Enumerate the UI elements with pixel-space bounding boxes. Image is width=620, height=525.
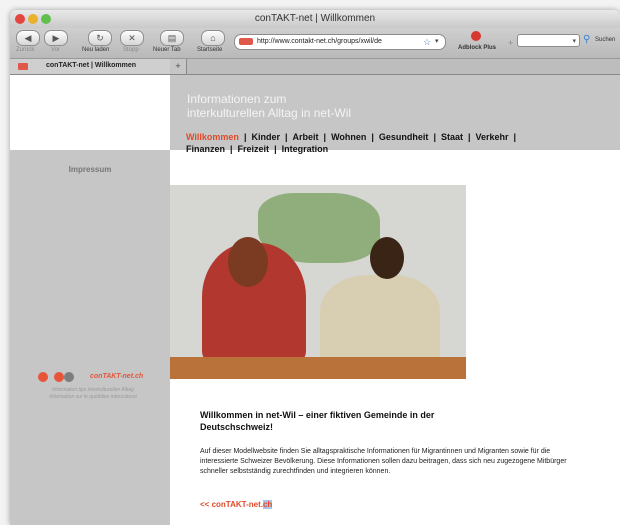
search-label: Suchen (595, 37, 616, 43)
stop-button[interactable]: ✕ (120, 30, 144, 46)
reload-icon: ↻ (96, 33, 104, 43)
tab-active[interactable]: conTAKT-net | Willkommen (10, 59, 171, 74)
toolbar: ◀ Zurück ▶ Vor ↻ Neu laden ✕ Stopp ▤ Neu… (10, 28, 620, 59)
contakt-home-link[interactable]: << conTAKT-net.ch (200, 500, 273, 509)
hero-photo (170, 185, 466, 379)
welcome-paragraph: Auf dieser Modellwebsite finden Sie allt… (200, 448, 567, 475)
logo-text: conTAKT-net.ch (90, 373, 144, 380)
back-button[interactable]: ◀ (16, 30, 40, 46)
nav-item-finanzen[interactable]: Finanzen (186, 144, 225, 154)
close-icon: ✕ (128, 33, 136, 43)
address-bar[interactable]: http://www.contakt-net.ch/groups/xwil/de… (234, 34, 446, 50)
nav-separator: | (284, 132, 288, 142)
new-tab-button[interactable]: ▤ (160, 30, 184, 46)
back-link-text: << conTAKT-net. (200, 500, 263, 509)
back-link-highlight: ch (262, 500, 273, 509)
man-picture (320, 275, 440, 365)
site-favicon-icon (18, 63, 28, 70)
nav-separator: | (323, 132, 327, 142)
forward-button[interactable]: ▶ (44, 30, 68, 46)
chevron-down-icon: ▾ (572, 38, 576, 45)
arrow-left-icon: ◀ (24, 33, 32, 43)
nav-separator: | (230, 144, 233, 154)
page-title-line2: interkulturellen Alltag in net-Wil (187, 106, 352, 120)
browser-window: conTAKT-net | Willkommen ◀ Zurück ▶ Vor … (10, 10, 620, 525)
window-title: conTAKT-net | Willkommen (254, 13, 376, 24)
logo-dot-icon (38, 372, 48, 382)
nav-separator: | (371, 132, 374, 142)
woman-head-picture (228, 237, 268, 287)
adblock-icon[interactable] (471, 31, 481, 41)
logo-tagline: Information tips interkulturellen Alltag… (28, 387, 158, 401)
tagline-line2: Information sur le quotidien intercultur… (49, 394, 137, 400)
home-button[interactable]: ⌂ (201, 30, 225, 46)
new-tab-icon: ▤ (167, 33, 177, 43)
title-bar: conTAKT-net | Willkommen (10, 10, 620, 28)
logo-dot-icon (64, 372, 74, 382)
search-engine-icon[interactable]: ⚲ (583, 34, 590, 45)
chevron-down-icon[interactable]: ▾ (435, 35, 439, 49)
nav-item-staat[interactable]: Staat (441, 132, 463, 142)
nav-item-arbeit[interactable]: Arbeit (293, 132, 319, 142)
nav-item-verkehr[interactable]: Verkehr (476, 132, 509, 142)
reload-button[interactable]: ↻ (88, 30, 112, 46)
nav-item-kinder[interactable]: Kinder (251, 132, 280, 142)
logo-dot-icon (54, 372, 64, 382)
main-nav: Willkommen | Kinder | Arbeit | Wohnen | Gesundhe… (186, 131, 606, 155)
site-favicon-icon (239, 38, 253, 45)
nav-item-freizeit[interactable]: Freizeit (238, 144, 270, 154)
tagline-line1: Information tips interkulturellen Alltag (52, 387, 134, 393)
back-label: Zurück (16, 47, 35, 53)
adblock-label: Adblock Plus (458, 45, 497, 51)
nav-separator: | (243, 132, 247, 142)
contakt-logo[interactable]: conTAKT-net.ch (38, 370, 168, 384)
tab-bar: conTAKT-net | Willkommen + (10, 59, 620, 75)
bookmark-star-icon[interactable]: ☆ (423, 35, 431, 49)
search-input[interactable]: ▾ (517, 34, 580, 47)
plus-icon[interactable]: + (508, 38, 513, 48)
nav-item-gesundheit[interactable]: Gesundheit (379, 132, 429, 142)
man-head-picture (370, 237, 404, 279)
table-picture (170, 357, 466, 379)
add-tab-button[interactable]: + (170, 59, 187, 74)
home-label: Startseite (197, 47, 223, 53)
nav-separator: | (433, 132, 436, 142)
home-icon: ⌂ (210, 33, 216, 43)
nav-item-wohnen[interactable]: Wohnen (331, 132, 366, 142)
impressum-link[interactable]: Impressum (10, 165, 170, 174)
nav-separator: | (513, 132, 517, 142)
nav-separator: | (274, 144, 277, 154)
welcome-heading: Willkommen in net-Wil – einer fiktiven G… (200, 410, 435, 432)
left-header-area (10, 75, 170, 150)
url-text: http://www.contakt-net.ch/groups/xwil/de (257, 38, 382, 45)
arrow-right-icon: ▶ (52, 33, 60, 43)
new-tab-label: Neuer Tab (153, 47, 181, 53)
page-content: Informationen zum interkulturellen Allta… (10, 75, 620, 525)
forward-label: Vor (51, 47, 61, 53)
reload-label: Neu laden (82, 47, 110, 53)
sidebar: Impressum conTAKT-net.ch Information tip… (10, 150, 170, 525)
nav-item-willkommen[interactable]: Willkommen (186, 132, 239, 142)
page-title-line1: Informationen zum (187, 92, 287, 106)
nav-separator: | (467, 132, 471, 142)
page-title: Informationen zum interkulturellen Allta… (187, 92, 427, 120)
tab-label: conTAKT-net | Willkommen (46, 62, 137, 69)
nav-item-integration[interactable]: Integration (282, 144, 329, 154)
stop-label: Stopp (123, 47, 139, 53)
